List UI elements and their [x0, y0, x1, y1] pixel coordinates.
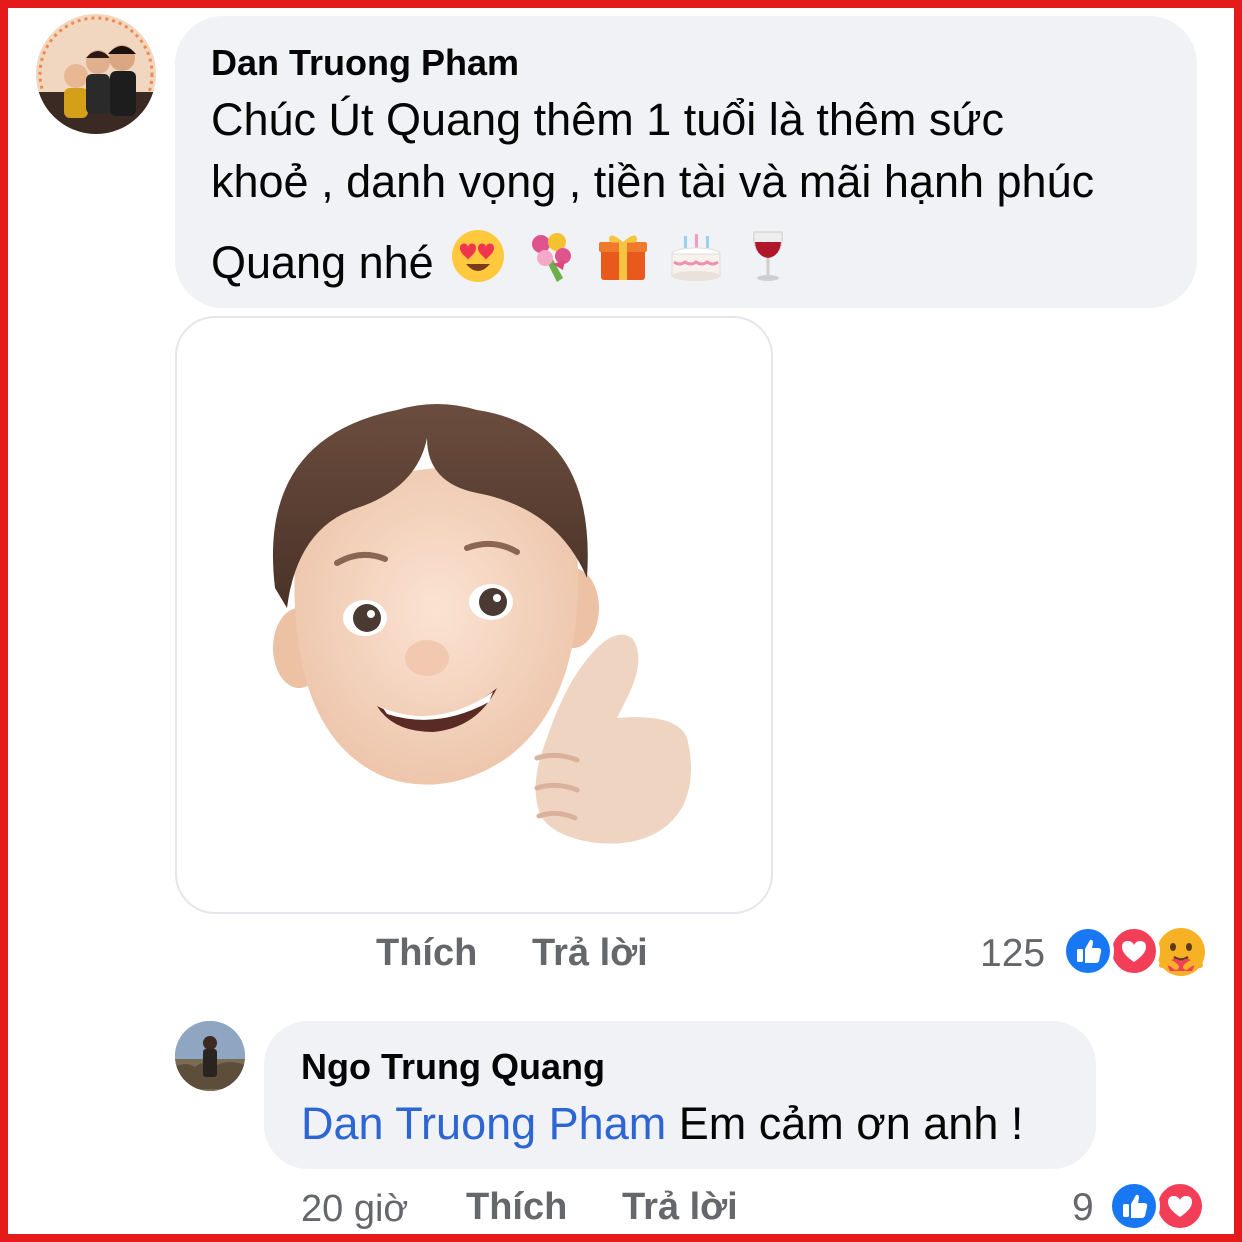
- comment2-reaction-count[interactable]: 9: [1072, 1186, 1094, 1230]
- wine-glass-emoji-icon: [740, 228, 796, 295]
- memoji-thumbs-up-icon: [272, 404, 691, 844]
- sticker-card[interactable]: [175, 316, 773, 914]
- comment-text-line-3-label: Quang nhé: [211, 237, 434, 288]
- comment-author-name[interactable]: Dan Truong Pham: [211, 42, 519, 84]
- avatar-ngo-trung-quang[interactable]: [175, 1021, 245, 1091]
- heart-eyes-emoji-icon: [450, 228, 506, 295]
- comment-text-line-2: khoẻ , danh vọng , tiền tài và mãi hạnh …: [211, 156, 1095, 207]
- comment2-like-button[interactable]: Thích: [466, 1186, 567, 1229]
- profile-photo-icon: [175, 1021, 245, 1091]
- avatar-dan-truong-pham[interactable]: [36, 14, 156, 134]
- birthday-cake-emoji-icon: [668, 228, 724, 295]
- comment-text-line-3: Quang nhé: [211, 228, 796, 295]
- family-photo-icon: [36, 14, 156, 134]
- comment1-reaction-count[interactable]: 125: [980, 932, 1045, 976]
- like-reaction-icon: [1062, 925, 1114, 977]
- like-reaction-icon: [1108, 1180, 1160, 1232]
- mention-link[interactable]: Dan Truong Pham: [301, 1098, 666, 1149]
- comment2-reply-button[interactable]: Trả lời: [622, 1186, 738, 1229]
- care-reaction-icon: [1154, 925, 1208, 979]
- reply-text: Dan Truong Pham Em cảm ơn anh !: [301, 1098, 1023, 1150]
- love-reaction-icon: [1154, 1180, 1206, 1232]
- comment-text-line-1: Chúc Út Quang thêm 1 tuổi là thêm sức: [211, 94, 1004, 145]
- gift-emoji-icon: [595, 228, 651, 295]
- reply-author-name[interactable]: Ngo Trung Quang: [301, 1046, 605, 1088]
- love-reaction-icon: [1108, 925, 1160, 977]
- reply-text-body: Em cảm ơn anh !: [666, 1098, 1024, 1149]
- comment1-like-button[interactable]: Thích: [376, 932, 477, 975]
- bouquet-emoji-icon: [523, 228, 579, 295]
- comment1-reply-button[interactable]: Trả lời: [532, 932, 648, 975]
- reply-timestamp[interactable]: 20 giờ: [301, 1188, 408, 1231]
